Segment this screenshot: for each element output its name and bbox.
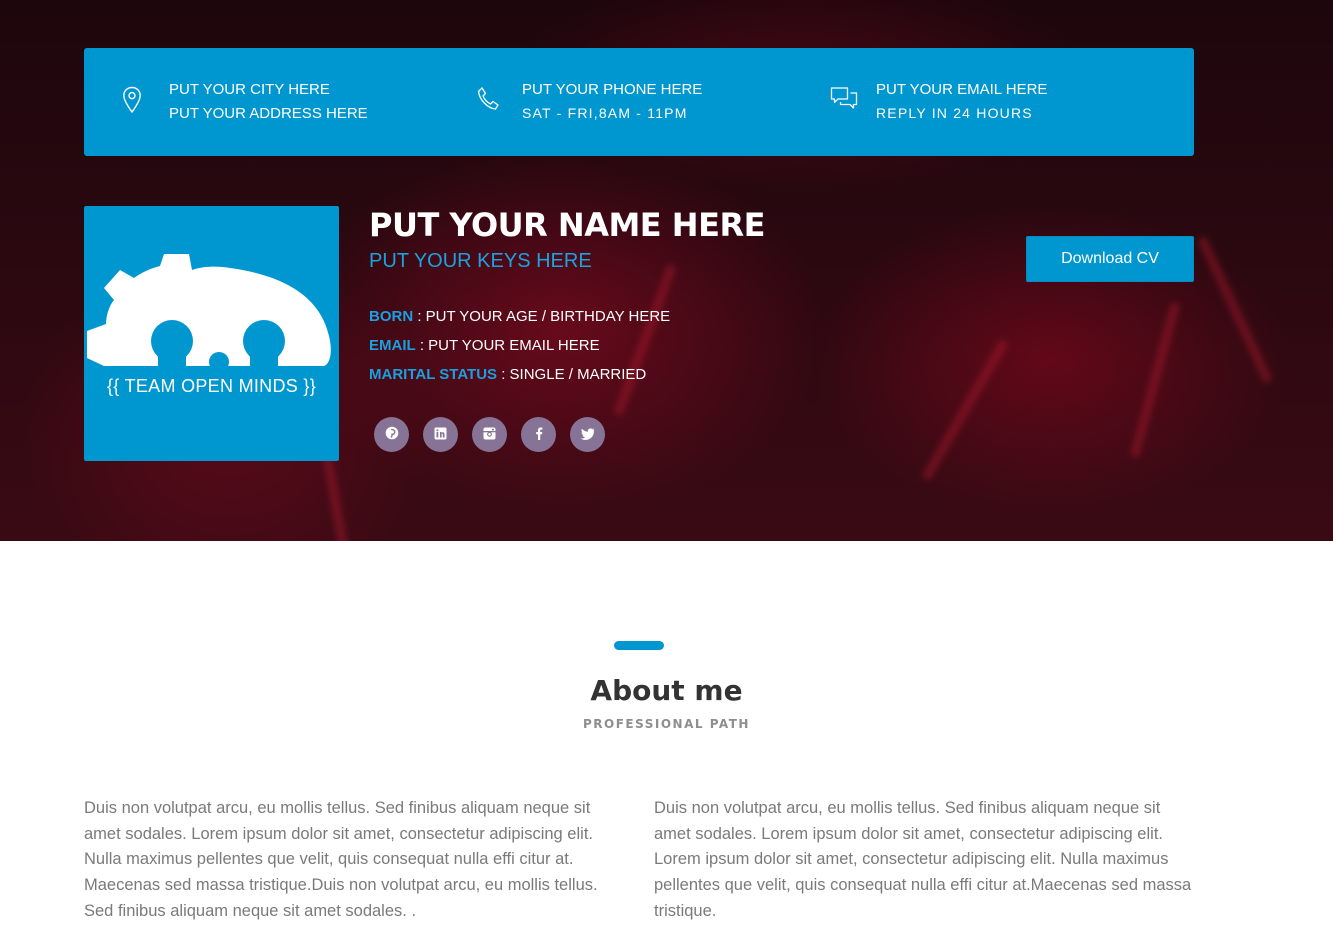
linkedin-icon bbox=[434, 425, 447, 444]
facebook-link[interactable] bbox=[521, 417, 556, 452]
profile-logo: {{ TEAM OPEN MINDS }} bbox=[84, 206, 339, 461]
profile-keys: PUT YOUR KEYS HERE bbox=[369, 250, 592, 272]
twitter-icon bbox=[580, 425, 595, 444]
born-label: BORN bbox=[369, 308, 414, 325]
gear-logo-icon bbox=[87, 254, 331, 372]
logo-text: {{ TEAM OPEN MINDS }} bbox=[106, 376, 317, 396]
contact-hours: SAT - FRI,8AM - 11PM bbox=[522, 105, 688, 121]
location-pin-icon bbox=[122, 86, 142, 118]
born-value: : PUT YOUR AGE / BIRTHDAY HERE bbox=[413, 308, 671, 325]
profile-name: PUT YOUR NAME HERE bbox=[369, 206, 765, 244]
hero-section: PUT YOUR CITY HERE PUT YOUR ADDRESS HERE… bbox=[0, 0, 1333, 541]
contact-reply-time: REPLY IN 24 HOURS bbox=[876, 105, 1033, 121]
contact-phone-number: PUT YOUR PHONE HERE bbox=[522, 81, 703, 98]
phone-icon bbox=[476, 86, 500, 116]
pinterest-icon bbox=[385, 425, 399, 444]
linkedin-link[interactable] bbox=[423, 417, 458, 452]
about-subtitle: PROFESSIONAL PATH bbox=[583, 717, 750, 731]
info-email: EMAIL : PUT YOUR EMAIL HERE bbox=[369, 337, 600, 354]
background-crowd-decoration bbox=[1129, 301, 1181, 459]
marital-value: : SINGLE / MARRIED bbox=[497, 366, 647, 383]
about-title: About me bbox=[590, 674, 743, 707]
about-column-left: Duis non volutpat arcu, eu mollis tellus… bbox=[84, 799, 598, 920]
background-crowd-decoration bbox=[920, 338, 1010, 482]
background-crowd-decoration bbox=[1196, 235, 1274, 385]
twitter-link[interactable] bbox=[570, 417, 605, 452]
email-label: EMAIL bbox=[369, 337, 416, 354]
instagram-link[interactable] bbox=[472, 417, 507, 452]
download-cv-button[interactable]: Download CV bbox=[1026, 236, 1194, 282]
info-born: BORN : PUT YOUR AGE / BIRTHDAY HERE bbox=[369, 308, 670, 325]
section-divider bbox=[614, 641, 664, 650]
chat-bubbles-icon bbox=[830, 86, 858, 116]
instagram-icon bbox=[483, 425, 496, 444]
contact-email-address: PUT YOUR EMAIL HERE bbox=[876, 81, 1048, 98]
about-column-right: Duis non volutpat arcu, eu mollis tellus… bbox=[654, 799, 1192, 920]
contact-address: PUT YOUR ADDRESS HERE bbox=[169, 105, 368, 122]
background-crowd-decoration bbox=[612, 263, 678, 417]
contact-bar: PUT YOUR CITY HERE PUT YOUR ADDRESS HERE… bbox=[84, 48, 1194, 156]
pinterest-link[interactable] bbox=[374, 417, 409, 452]
marital-label: MARITAL STATUS bbox=[369, 366, 498, 383]
info-marital: MARITAL STATUS : SINGLE / MARRIED bbox=[369, 366, 646, 383]
contact-city: PUT YOUR CITY HERE bbox=[169, 81, 330, 98]
email-value: : PUT YOUR EMAIL HERE bbox=[415, 337, 600, 354]
facebook-icon bbox=[535, 425, 543, 444]
